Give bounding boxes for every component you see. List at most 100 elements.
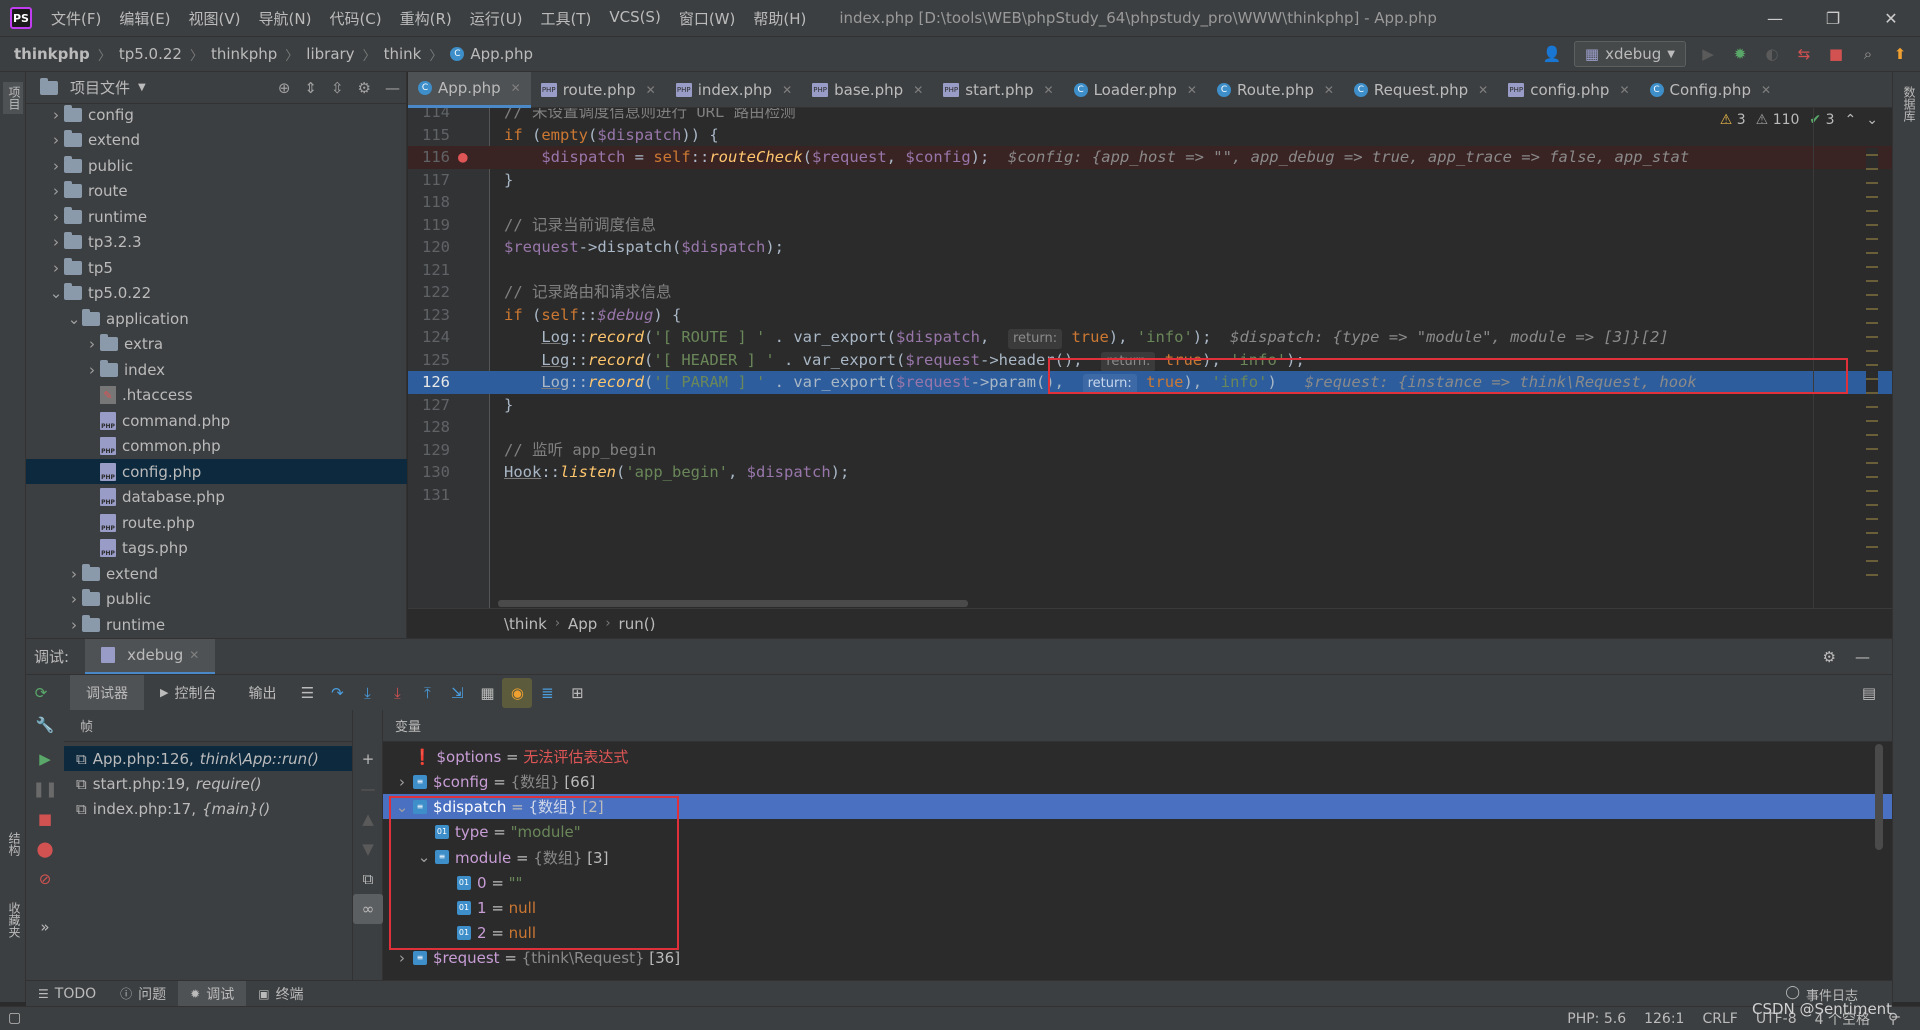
tree-item[interactable]: ⌄ application — [26, 306, 407, 331]
menu-item[interactable]: 窗口(W) — [670, 8, 745, 29]
variable-row[interactable]: ⌄ ≡ $dispatch = {数组} [2] — [383, 794, 1892, 820]
code-line[interactable]: 121 — [408, 259, 1892, 282]
hide-icon[interactable]: — — [385, 79, 400, 97]
code-line[interactable]: 114 // 未设置调度信息则进行 URL 路由检测 — [408, 108, 1892, 124]
project-tool-tab[interactable]: 项目 — [3, 82, 23, 114]
chevron-down-icon[interactable]: ⌄ — [1866, 112, 1878, 128]
tree-item[interactable]: › route — [26, 179, 407, 204]
inspections-widget[interactable]: ⚠ 3 ⚠ 110 ✔ 3 ⌃ ⌄ — [1720, 112, 1878, 128]
code-line[interactable]: 123 if (self::$debug) { — [408, 304, 1892, 327]
rerun-icon[interactable]: ⟳ — [26, 678, 56, 708]
code-line[interactable]: 125 Log::record('[ HEADER ] ' . var_expo… — [408, 349, 1892, 372]
tree-item[interactable]: › index — [26, 357, 407, 382]
close-icon[interactable]: ✕ — [189, 648, 199, 662]
chevron-right-icon[interactable]: › — [391, 773, 413, 791]
code-line[interactable]: 117} — [408, 169, 1892, 192]
hide-icon[interactable]: — — [1855, 648, 1870, 666]
step-into-icon[interactable]: ⤓ — [352, 678, 382, 708]
editor-breadcrumb-item[interactable]: App — [568, 615, 597, 633]
breadcrumb-item[interactable]: library — [306, 45, 354, 63]
mute-breakpoints-icon[interactable]: ⊘ — [30, 864, 60, 894]
attach-debugger-icon[interactable]: ⇆ — [1794, 44, 1814, 64]
tree-item[interactable]: › tp3.2.3 — [26, 230, 407, 255]
code-line[interactable]: 129 // 监听 app_begin — [408, 439, 1892, 462]
menu-item[interactable]: 帮助(H) — [744, 8, 815, 29]
code-line[interactable]: 128 — [408, 416, 1892, 439]
chevron-right-icon[interactable]: › — [84, 335, 100, 353]
chevron-down-icon[interactable]: ⌄ — [391, 798, 413, 816]
layout-toggle-icon[interactable]: ▢ — [8, 1010, 21, 1026]
tree-item[interactable]: PHP database.php — [26, 485, 407, 510]
stop-icon[interactable]: ■ — [1826, 44, 1846, 64]
chevron-right-icon[interactable]: › — [84, 361, 100, 379]
code-line[interactable]: 130 Hook::listen('app_begin', $dispatch); — [408, 461, 1892, 484]
tree-item[interactable]: › tp5 — [26, 255, 407, 280]
chevron-right-icon[interactable]: › — [66, 616, 82, 634]
close-icon[interactable]: ✕ — [1324, 83, 1334, 97]
chevron-right-icon[interactable]: › — [66, 565, 82, 583]
gear-icon[interactable]: ⚙ — [358, 79, 371, 97]
close-icon[interactable]: ✕ — [1478, 83, 1488, 97]
tree-item[interactable]: PHP common.php — [26, 434, 407, 459]
chevron-down-icon[interactable]: ⌄ — [48, 284, 64, 302]
breadcrumb-item[interactable]: think — [384, 45, 422, 63]
layout-icon[interactable]: ☰ — [292, 678, 322, 708]
wrench-icon[interactable]: 🔧 — [30, 710, 60, 740]
code-line[interactable]: 118 — [408, 191, 1892, 214]
tree-item[interactable]: ✎ .htaccess — [26, 383, 407, 408]
code-line[interactable]: 119 // 记录当前调度信息 — [408, 214, 1892, 237]
editor-tab[interactable]: PHP config.php ✕ — [1498, 72, 1639, 108]
editor-tab[interactable]: C Route.php ✕ — [1207, 72, 1344, 108]
chevron-up-icon[interactable]: ⌃ — [1845, 112, 1857, 128]
debug-icon[interactable]: ✹ — [1730, 44, 1750, 64]
tool-tab[interactable]: ☰ TODO — [26, 981, 108, 1007]
tree-item[interactable]: › extend — [26, 128, 407, 153]
coverage-icon[interactable]: ◐ — [1762, 44, 1782, 64]
breakpoint-icon[interactable]: ● — [458, 146, 468, 169]
code-editor[interactable]: 114 // 未设置调度信息则进行 URL 路由检测 115 if (empty($d… — [408, 108, 1892, 608]
variable-row[interactable]: 01 type = "module" — [383, 820, 1892, 845]
debug-tab[interactable]: 输出 — [232, 675, 292, 711]
code-line[interactable]: 126 Log::record('[ PARAM ] ' . var_expor… — [408, 371, 1892, 394]
move-down-icon[interactable]: ▼ — [353, 834, 383, 864]
run-config-select[interactable]: ▦ xdebug ▼ — [1573, 41, 1686, 67]
variable-row[interactable]: › ≡ $request = {think\Request} [36] — [383, 946, 1892, 971]
breadcrumb-item[interactable]: tp5.0.22 — [119, 45, 182, 63]
step-over-icon[interactable]: ↷ — [322, 678, 352, 708]
code-line[interactable]: 116 ● $dispatch = self::routeCheck($reque… — [408, 146, 1892, 169]
list-icon[interactable]: ≣ — [532, 678, 562, 708]
glasses-icon[interactable]: ∞ — [353, 894, 383, 924]
remove-icon[interactable]: — — [353, 774, 383, 804]
locate-icon[interactable]: ⊕ — [278, 79, 291, 97]
close-icon[interactable]: ✕ — [511, 81, 521, 95]
add-watch-icon[interactable]: ⊞ — [562, 678, 592, 708]
close-icon[interactable]: ✕ — [1187, 83, 1197, 97]
copy-icon[interactable]: ⧉ — [353, 864, 383, 894]
chevron-right-icon[interactable]: › — [48, 106, 64, 124]
close-button[interactable]: ✕ — [1862, 0, 1920, 36]
watch-icon[interactable]: ◉ — [502, 677, 533, 708]
code-line[interactable]: 115 if (empty($dispatch)) { — [408, 124, 1892, 147]
stack-frame[interactable]: ⧉ start.php:19, require() — [64, 771, 352, 796]
chevron-right-icon[interactable]: › — [48, 208, 64, 226]
variable-row[interactable]: 01 0 = "" — [383, 870, 1892, 895]
close-icon[interactable]: ✕ — [913, 83, 923, 97]
editor-tab[interactable]: C Request.php ✕ — [1344, 72, 1498, 108]
tool-tab[interactable]: ⓘ 问题 — [108, 981, 178, 1007]
chevron-right-icon[interactable]: › — [66, 590, 82, 608]
tool-tab[interactable]: ✹ 调试 — [178, 980, 247, 1007]
chevron-right-icon[interactable]: › — [48, 233, 64, 251]
more-icon[interactable]: » — [30, 912, 60, 942]
resume-icon[interactable]: ▶ — [30, 744, 60, 774]
tool-tab[interactable]: ▣ 终端 — [246, 981, 315, 1007]
menu-item[interactable]: 重构(R) — [391, 8, 461, 29]
breadcrumb-item[interactable]: thinkphp — [14, 45, 90, 63]
tree-item[interactable]: ⌄ tp5.0.22 — [26, 281, 407, 306]
chevron-right-icon[interactable]: › — [48, 157, 64, 175]
code-line[interactable]: 124 Log::record('[ ROUTE ] ' . var_expor… — [408, 326, 1892, 349]
variable-row[interactable]: 01 1 = null — [383, 895, 1892, 920]
horizontal-scrollbar[interactable] — [498, 600, 968, 607]
gear-icon[interactable]: ⚙ — [1823, 648, 1836, 666]
menu-item[interactable]: 编辑(E) — [110, 8, 179, 29]
tree-item[interactable]: › public — [26, 587, 407, 612]
